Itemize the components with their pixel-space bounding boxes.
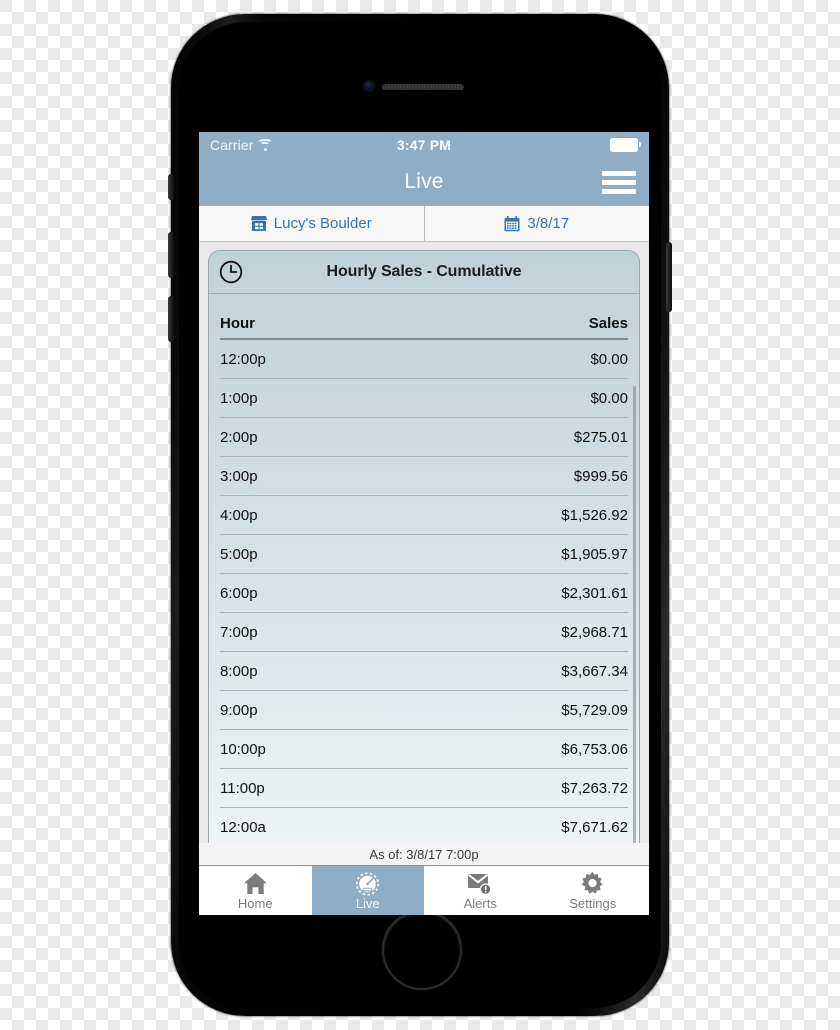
iphone-device-frame: Carrier 3:47 PM Live Lucy's Boulder 3/8/… xyxy=(168,14,672,1016)
battery-icon xyxy=(610,138,641,152)
cell-sales: $999.56 xyxy=(573,467,628,485)
table-row[interactable]: 11:00p $7,263.72 xyxy=(220,769,628,808)
table-row[interactable]: 4:00p $1,526.92 xyxy=(220,496,628,535)
cell-sales: $275.01 xyxy=(573,428,628,446)
silent-switch[interactable] xyxy=(168,174,174,200)
tab-alerts-label: Alerts xyxy=(463,896,497,911)
table-row[interactable]: 1:00p $0.00 xyxy=(220,379,628,418)
tab-settings-label: Settings xyxy=(569,896,617,911)
cell-hour: 10:00p xyxy=(220,740,266,758)
table-row[interactable]: 6:00p $2,301.61 xyxy=(220,574,628,613)
content-area: Hourly Sales - Cumulative Hour Sales 12:… xyxy=(199,242,649,843)
table-body: 12:00p $0.00 1:00p $0.00 2:00p $275.01 3:00p $9… xyxy=(220,340,628,843)
cell-hour: 2:00p xyxy=(220,428,258,446)
table-header-row: Hour Sales xyxy=(220,294,628,340)
segment-store-label: Lucy's Boulder xyxy=(273,215,372,232)
phone-bezel: Carrier 3:47 PM Live Lucy's Boulder 3/8/… xyxy=(179,22,661,1008)
table-row[interactable]: 10:00p $6,753.06 xyxy=(220,730,628,769)
home-icon xyxy=(243,871,268,896)
cell-sales: $2,301.61 xyxy=(561,584,628,602)
cell-hour: 4:00p xyxy=(220,506,258,524)
cell-hour: 11:00p xyxy=(220,779,265,797)
speedometer-icon xyxy=(355,871,380,896)
volume-up-button[interactable] xyxy=(168,232,174,278)
tab-settings[interactable]: Settings xyxy=(537,866,650,915)
earpiece-speaker xyxy=(382,84,464,90)
table-row[interactable]: 12:00a $7,671.62 xyxy=(220,808,628,843)
table-row[interactable]: 5:00p $1,905.97 xyxy=(220,535,628,574)
vertical-scrollbar[interactable] xyxy=(633,386,636,843)
status-bar: Carrier 3:47 PM xyxy=(199,132,649,158)
volume-down-button[interactable] xyxy=(168,296,174,342)
tab-home[interactable]: Home xyxy=(199,866,312,915)
cell-sales: $1,526.92 xyxy=(561,506,628,524)
cell-sales: $3,667.34 xyxy=(561,662,628,680)
tab-live-label: Live xyxy=(355,896,380,911)
power-button[interactable] xyxy=(666,242,672,312)
cell-sales: $7,263.72 xyxy=(561,779,628,797)
cell-sales: $5,729.09 xyxy=(561,701,628,719)
table-row[interactable]: 3:00p $999.56 xyxy=(220,457,628,496)
card-header: Hourly Sales - Cumulative xyxy=(209,251,639,294)
cell-hour: 3:00p xyxy=(220,467,258,485)
cell-sales: $7,671.62 xyxy=(561,818,628,836)
cell-hour: 9:00p xyxy=(220,701,258,719)
tab-home-label: Home xyxy=(237,896,273,911)
table-row[interactable]: 7:00p $2,968.71 xyxy=(220,613,628,652)
hourly-sales-card: Hourly Sales - Cumulative Hour Sales 12:… xyxy=(208,250,640,843)
hamburger-menu-icon[interactable] xyxy=(602,171,636,194)
table-row[interactable]: 12:00p $0.00 xyxy=(220,340,628,379)
clock-label: 3:47 PM xyxy=(396,137,452,153)
cell-sales: $0.00 xyxy=(590,389,628,407)
cell-hour: 12:00p xyxy=(220,350,266,368)
storefront-icon xyxy=(250,216,267,231)
cell-hour: 7:00p xyxy=(220,623,258,641)
cell-sales: $2,968.71 xyxy=(561,623,628,641)
as-of-footer: As of: 3/8/17 7:00p xyxy=(199,843,649,866)
envelope-alert-icon xyxy=(467,871,493,896)
tab-live[interactable]: Live xyxy=(311,866,424,915)
filter-segment-bar: Lucy's Boulder 3/8/17 xyxy=(199,206,649,242)
cell-sales: $1,905.97 xyxy=(561,545,628,563)
cell-hour: 6:00p xyxy=(220,584,258,602)
segment-date-label: 3/8/17 xyxy=(527,215,570,232)
bottom-tab-bar: Home Live Alerts Settings xyxy=(199,866,649,915)
home-button[interactable] xyxy=(382,910,462,990)
cell-sales: $6,753.06 xyxy=(561,740,628,758)
segment-store-selector[interactable]: Lucy's Boulder xyxy=(199,206,424,241)
table-row[interactable]: 8:00p $3,667.34 xyxy=(220,652,628,691)
card-title: Hourly Sales - Cumulative xyxy=(326,263,522,280)
segment-date-selector[interactable]: 3/8/17 xyxy=(423,206,650,241)
navigation-bar: Live xyxy=(199,158,649,206)
calendar-icon xyxy=(504,215,520,232)
column-header-sales: Sales xyxy=(588,315,628,332)
sales-table[interactable]: Hour Sales 12:00p $0.00 1:00p $0.00 2:00p $27… xyxy=(209,294,639,843)
table-row[interactable]: 9:00p $5,729.09 xyxy=(220,691,628,730)
tab-alerts[interactable]: Alerts xyxy=(424,866,537,915)
cell-hour: 12:00a xyxy=(220,818,266,836)
cell-hour: 5:00p xyxy=(220,545,258,563)
clock-icon xyxy=(219,260,243,284)
table-row[interactable]: 2:00p $275.01 xyxy=(220,418,628,457)
status-bar-right xyxy=(610,138,641,152)
cell-hour: 8:00p xyxy=(220,662,258,680)
page-title: Live xyxy=(404,170,444,193)
front-camera-icon xyxy=(364,81,374,91)
gear-icon xyxy=(580,871,605,896)
cell-hour: 1:00p xyxy=(220,389,258,407)
phone-screen: Carrier 3:47 PM Live Lucy's Boulder 3/8/… xyxy=(199,132,649,915)
column-header-hour: Hour xyxy=(220,315,255,332)
cell-sales: $0.00 xyxy=(590,350,628,368)
